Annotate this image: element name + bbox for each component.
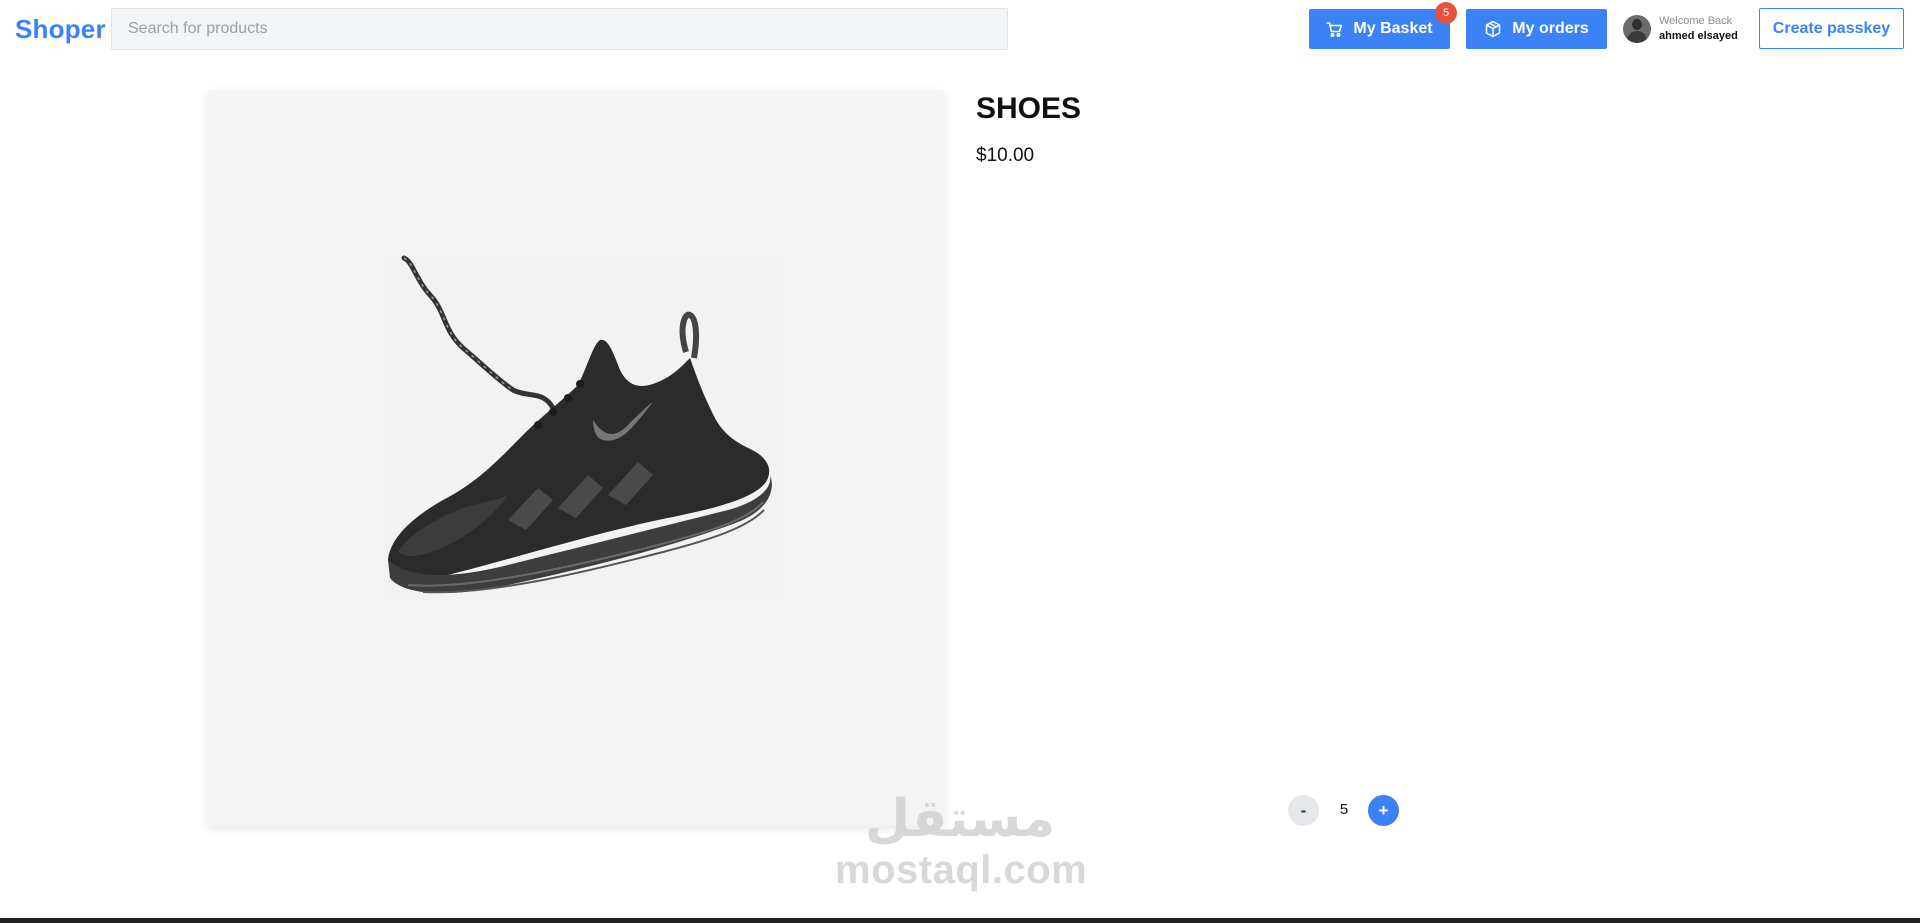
- welcome-text: Welcome Back: [1659, 15, 1733, 27]
- quantity-decrease-button[interactable]: -: [1288, 795, 1319, 826]
- product-image: [208, 90, 944, 826]
- shoe-illustration: [208, 90, 944, 826]
- my-basket-button[interactable]: My Basket: [1309, 9, 1450, 49]
- watermark-latin-text: mostaql.com: [835, 848, 1088, 892]
- package-box-icon: [1486, 20, 1501, 38]
- avatar[interactable]: [1623, 15, 1651, 43]
- user-name: ahmed elsayed: [1659, 30, 1738, 42]
- product-price: $10.00: [976, 145, 1035, 166]
- my-basket-label: My Basket: [1353, 20, 1433, 37]
- bottom-edge-bar: [0, 918, 1920, 923]
- quantity-increase-button[interactable]: +: [1368, 795, 1399, 826]
- create-passkey-button[interactable]: Create passkey: [1759, 8, 1904, 49]
- user-profile[interactable]: Welcome Back ahmed elsayed: [1623, 14, 1738, 44]
- search-input[interactable]: [111, 8, 1008, 50]
- quantity-value: 5: [1339, 801, 1349, 818]
- basket-count-badge: 5: [1435, 2, 1457, 24]
- logo[interactable]: Shoper: [15, 14, 106, 45]
- shopping-cart-icon: [1326, 21, 1343, 37]
- watermark-arabic-text: مستقل: [864, 789, 1056, 849]
- watermark: مستقل mostaql.com: [835, 789, 1088, 892]
- top-navbar: Shoper My Basket 5 My orders Welcome Bac…: [0, 0, 1920, 60]
- product-title: SHOES: [976, 92, 1082, 125]
- my-orders-label: My orders: [1512, 20, 1589, 37]
- my-orders-button[interactable]: My orders: [1466, 9, 1607, 49]
